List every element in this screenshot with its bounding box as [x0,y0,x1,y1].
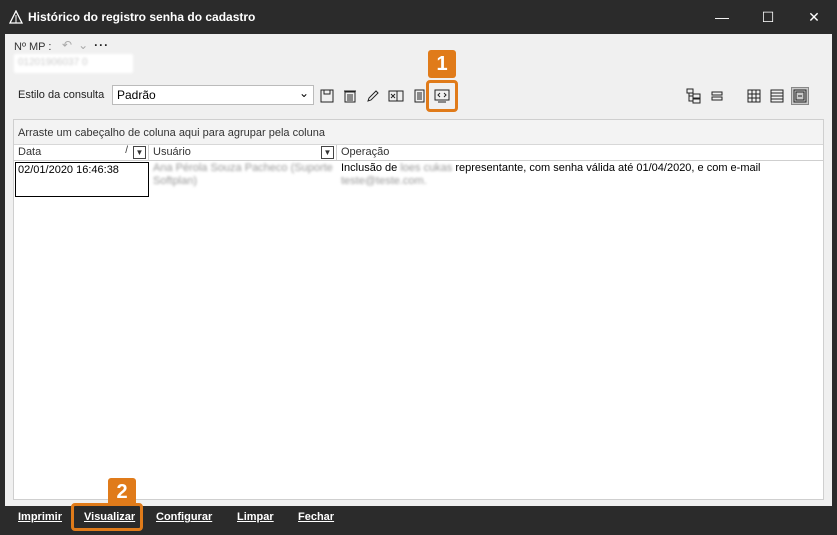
chevron-down-icon: ⌄ [298,86,309,100]
configure-button[interactable]: Configurar [156,511,212,523]
column-header-label: Usuário [153,146,191,158]
operation-prefix: Inclusão de [341,162,398,174]
column-header-user[interactable]: Usuário ▼ [149,145,337,161]
edit-icon[interactable] [364,87,382,105]
annotation-badge-2: 2 [108,478,136,506]
filter-icon[interactable]: ▼ [133,146,146,159]
operation-hidden-text: loes cukas [400,162,453,174]
more-icon[interactable]: ··· [94,38,109,52]
history-window: Histórico do registro senha do cadastro … [0,0,837,535]
client-area: Nº MP : ↶ ⌄ ··· 01201906037 0 Estilo da … [5,34,832,506]
history-grid: Arraste um cabeçalho de coluna aqui para… [13,119,824,500]
operation-suffix: representante, com senha válida até 01/0… [455,162,761,174]
filter-icon[interactable]: ▼ [321,146,334,159]
annotation-badge-1: 1 [428,50,456,78]
maximize-button[interactable]: ☐ [745,0,791,34]
chevron-down-icon[interactable]: ⌄ [78,38,88,52]
annotation-highlight-1 [426,80,458,112]
query-style-value: Padrão [117,88,156,102]
close-button[interactable]: Fechar [298,511,334,523]
window-title: Histórico do registro senha do cadastro [28,10,256,24]
mp-label: Nº MP : [14,41,52,53]
user-cell[interactable]: Ana Pérola Souza Pacheco (Suporte Softpl… [153,162,335,188]
undo-icon[interactable]: ↶ [62,38,72,52]
app-logo-icon [9,10,23,24]
query-style-label: Estilo da consulta [18,89,105,101]
column-header-label: Operação [341,146,390,158]
sort-icon: / [125,145,128,156]
minimize-button[interactable]: — [699,0,745,34]
tree-layout-icon[interactable] [685,87,703,105]
mp-actions: ↶ ⌄ ··· [62,38,109,52]
close-window-button[interactable]: ✕ [791,0,837,34]
group-by-panel[interactable]: Arraste um cabeçalho de coluna aqui para… [14,120,823,145]
save-icon[interactable] [318,87,336,105]
grid-view-icon[interactable] [745,87,763,105]
column-header-operation[interactable]: Operação [337,145,823,161]
print-button[interactable]: Imprimir [18,511,62,523]
date-cell[interactable]: 02/01/2020 16:46:38 [15,162,149,197]
annotation-highlight-2 [71,503,143,531]
column-header-date[interactable]: Data / ▼ [14,145,149,161]
group-rows-icon[interactable] [708,87,726,105]
operation-cell[interactable]: Inclusão de loes cukas representante, co… [341,162,819,188]
list-view-icon[interactable] [768,87,786,105]
column-header-label: Data [18,146,42,158]
query-style-select[interactable]: Padrão ⌄ [112,85,314,105]
clear-button[interactable]: Limpar [237,511,274,523]
delete-icon[interactable] [341,87,359,105]
mp-number-field[interactable]: 01201906037 0 [14,54,133,73]
operation-email: teste@teste.com. [341,175,427,187]
title-bar: Histórico do registro senha do cadastro … [0,0,837,34]
excel-export-icon[interactable] [387,87,405,105]
card-view-icon[interactable] [791,87,809,105]
